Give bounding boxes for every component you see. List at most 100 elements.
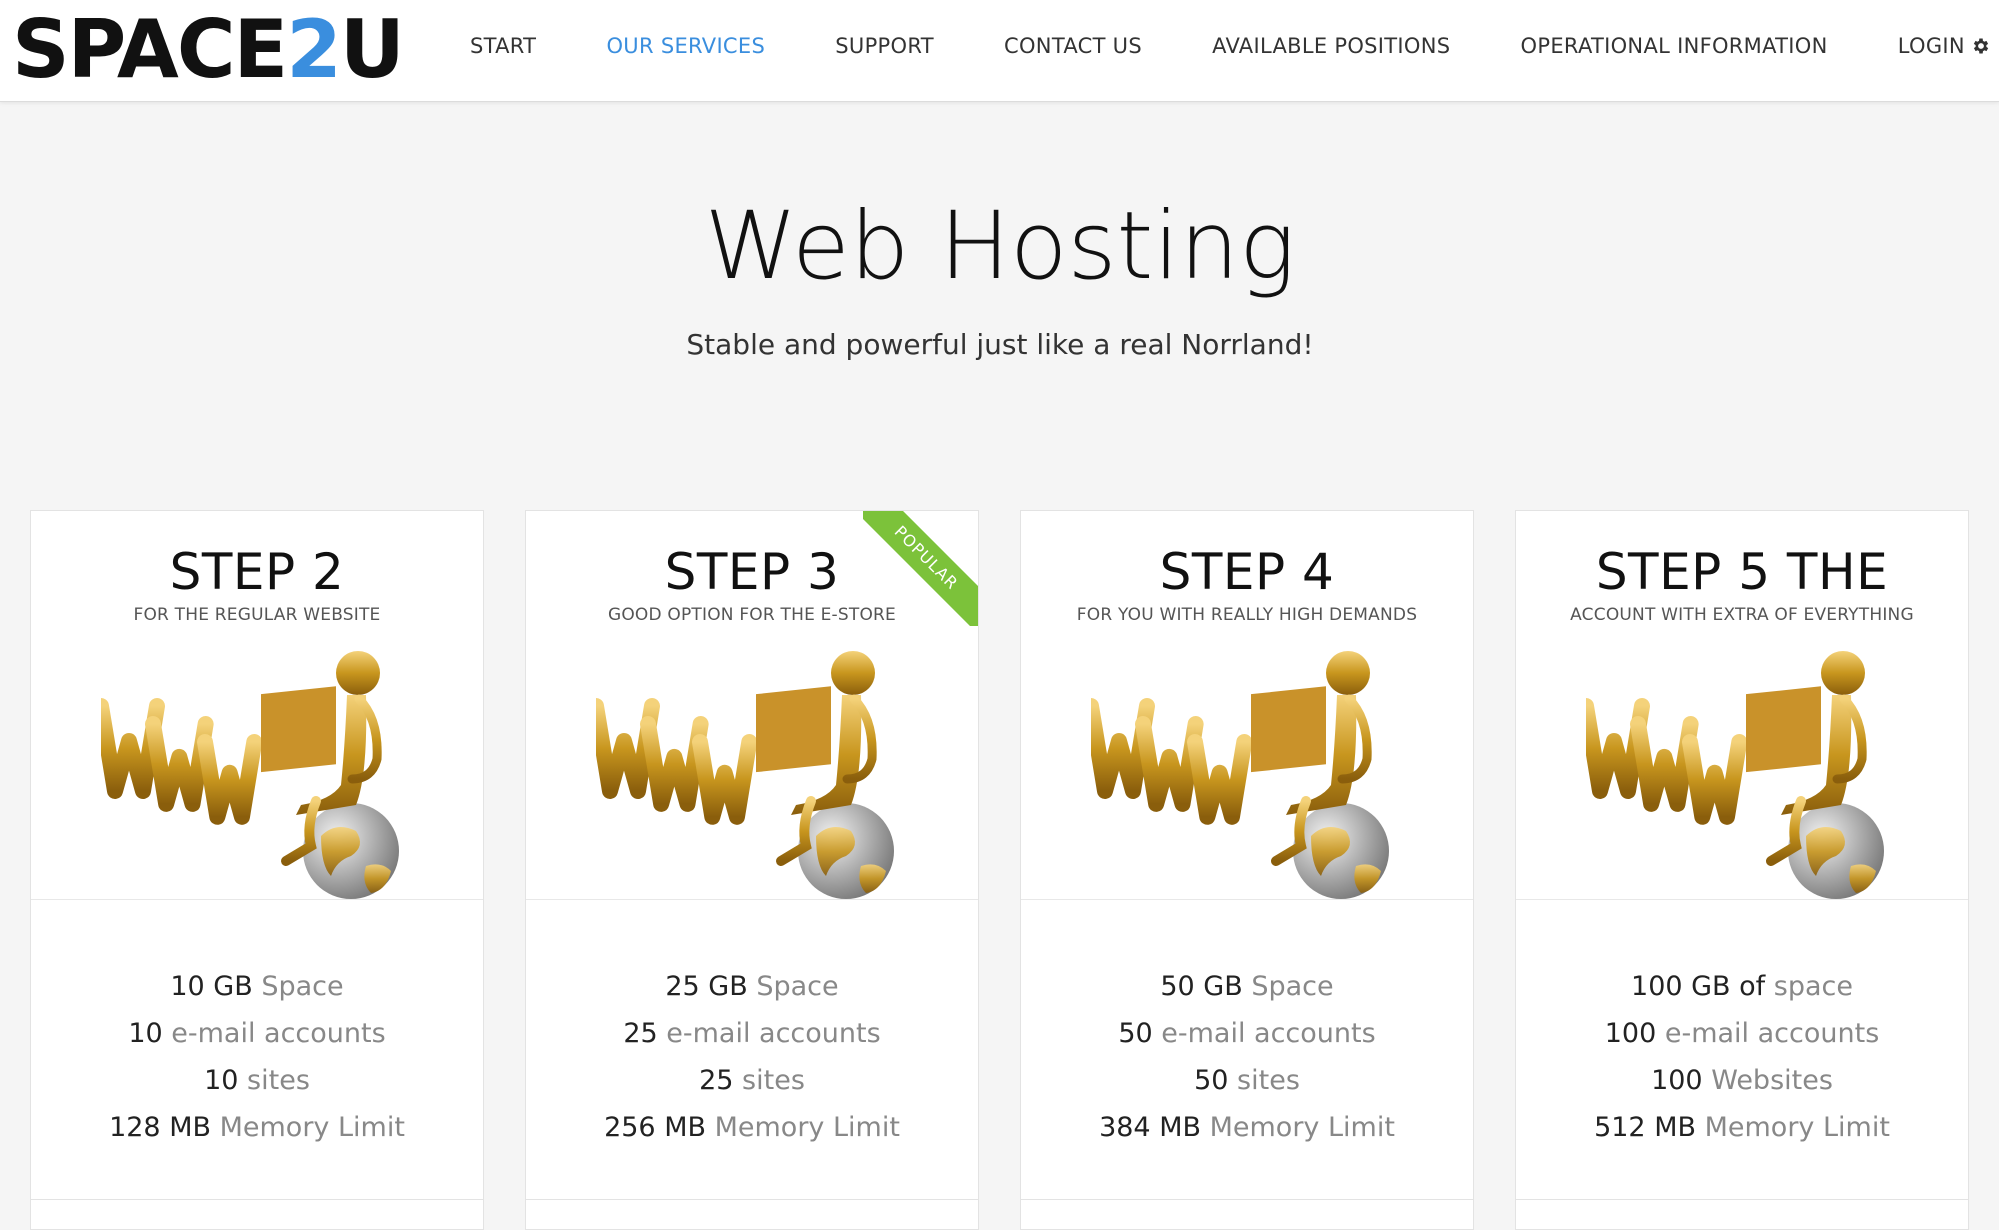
logo-text-2: 2 <box>286 3 342 96</box>
feature-value: 50 <box>1118 1018 1153 1049</box>
laptop-icon <box>1746 686 1821 773</box>
pricing-cards: STEP 2 FOR THE REGULAR WEBSITE 10 GB Spa… <box>30 510 1972 1230</box>
nav-label: AVAILABLE POSITIONS <box>1212 34 1451 58</box>
feature-memory: 512 MB Memory Limit <box>1516 1104 1968 1151</box>
nav-item-login[interactable]: LOGIN <box>1898 34 1991 58</box>
pricing-card-step-4[interactable]: STEP 4 FOR YOU WITH REALLY HIGH DEMANDS … <box>1020 510 1474 1230</box>
card-footer-divider <box>526 1199 978 1200</box>
feature-email: 100 e-mail accounts <box>1516 1010 1968 1057</box>
feature-value: 100 <box>1651 1065 1703 1096</box>
feature-email: 50 e-mail accounts <box>1021 1010 1473 1057</box>
www-letters <box>1091 698 1253 825</box>
plan-subtitle: GOOD OPTION FOR THE E-STORE <box>607 605 897 625</box>
gear-icon <box>1973 38 1989 54</box>
nav-label: SUPPORT <box>835 34 934 58</box>
figure-head <box>831 651 875 695</box>
page-subtitle: Stable and powerful just like a real Nor… <box>686 328 1314 361</box>
feature-value: 128 MB <box>109 1112 212 1143</box>
feature-value: 10 GB <box>170 971 253 1002</box>
logo-text-u: U <box>339 3 405 96</box>
card-footer-divider <box>1021 1199 1473 1200</box>
page-title: Web Hosting <box>0 192 1999 301</box>
nav-label: START <box>470 34 537 58</box>
nav-item-available-positions[interactable]: AVAILABLE POSITIONS <box>1212 34 1450 58</box>
feature-label: e-mail accounts <box>657 1018 881 1049</box>
main-nav: START OUR SERVICES SUPPORT CONTACT US AV… <box>470 0 1991 92</box>
www-letters <box>596 698 758 825</box>
feature-label: Memory Limit <box>1696 1112 1890 1143</box>
nav-item-support[interactable]: SUPPORT <box>835 34 934 58</box>
nav-item-contact-us[interactable]: CONTACT US <box>1004 34 1142 58</box>
feature-sites: 10 sites <box>31 1057 483 1104</box>
feature-memory: 384 MB Memory Limit <box>1021 1104 1473 1151</box>
space2u-logo[interactable]: SPACE 2 U <box>12 3 405 96</box>
card-footer-divider <box>1516 1199 1968 1200</box>
nav-item-operational-information[interactable]: OPERATIONAL INFORMATION <box>1521 34 1828 58</box>
nav-label: OPERATIONAL INFORMATION <box>1520 34 1828 58</box>
card-footer-divider <box>31 1199 483 1200</box>
feature-sites: 50 sites <box>1021 1057 1473 1104</box>
feature-label: Memory Limit <box>706 1112 900 1143</box>
laptop-icon <box>261 686 336 773</box>
nav-label: LOGIN <box>1897 34 1965 58</box>
top-navbar: SPACE 2 U START OUR SERVICES SUPPORT CONTA… <box>0 0 1999 102</box>
feature-label: e-mail accounts <box>1656 1018 1880 1049</box>
feature-memory: 128 MB Memory Limit <box>31 1104 483 1151</box>
plan-subtitle: FOR THE REGULAR WEBSITE <box>133 605 381 625</box>
plan-features: 25 GB Space 25 e-mail accounts 25 sites … <box>526 963 978 1151</box>
plan-title: STEP 5 THE <box>1595 543 1889 601</box>
plan-features: 100 GB of space 100 e-mail accounts 100 … <box>1516 963 1968 1151</box>
feature-space: 100 GB of space <box>1516 963 1968 1010</box>
feature-value: 100 GB of <box>1631 971 1766 1002</box>
figure-head <box>1326 651 1370 695</box>
www-globe-illustration <box>1586 651 1884 899</box>
nav-item-start[interactable]: START <box>470 34 536 58</box>
feature-label: Websites <box>1702 1065 1833 1096</box>
plan-subtitle: ACCOUNT WITH EXTRA OF EVERYTHING <box>1570 605 1914 625</box>
feature-label: e-mail accounts <box>1152 1018 1376 1049</box>
feature-label: e-mail accounts <box>162 1018 386 1049</box>
plan-subtitle: FOR YOU WITH REALLY HIGH DEMANDS <box>1076 605 1418 625</box>
card-divider <box>31 899 483 900</box>
feature-label: Space <box>747 971 839 1002</box>
feature-label: sites <box>238 1065 310 1096</box>
plan-features: 10 GB Space 10 e-mail accounts 10 sites … <box>31 963 483 1151</box>
figure-head <box>1821 651 1865 695</box>
plan-title: STEP 2 <box>169 543 345 601</box>
pricing-card-step-5[interactable]: STEP 5 THE ACCOUNT WITH EXTRA OF EVERYTH… <box>1515 510 1969 1230</box>
feature-label: Space <box>1242 971 1334 1002</box>
nav-label: OUR SERVICES <box>606 34 766 58</box>
feature-value: 10 <box>204 1065 239 1096</box>
pricing-card-step-3[interactable]: POPULAR STEP 3 GOOD OPTION FOR THE E-STO… <box>525 510 979 1230</box>
feature-label: Memory Limit <box>211 1112 405 1143</box>
feature-value: 512 MB <box>1594 1112 1697 1143</box>
page-title-text: Web Hosting <box>704 192 1296 301</box>
feature-value: 50 <box>1194 1065 1229 1096</box>
feature-value: 100 <box>1604 1018 1657 1049</box>
feature-label: Memory Limit <box>1201 1112 1395 1143</box>
feature-space: 25 GB Space <box>526 963 978 1010</box>
feature-value: 10 <box>128 1018 163 1049</box>
www-globe-illustration <box>1091 651 1389 899</box>
feature-value: 50 GB <box>1160 971 1243 1002</box>
feature-label: sites <box>733 1065 805 1096</box>
logo-text-space: SPACE <box>12 3 288 96</box>
card-divider <box>526 899 978 900</box>
feature-space: 50 GB Space <box>1021 963 1473 1010</box>
www-letters <box>1586 698 1748 825</box>
feature-value: 25 <box>699 1065 734 1096</box>
feature-value: 384 MB <box>1099 1112 1202 1143</box>
card-divider <box>1021 899 1473 900</box>
feature-sites: 25 sites <box>526 1057 978 1104</box>
feature-sites: 100 Websites <box>1516 1057 1968 1104</box>
nav-item-our-services[interactable]: OUR SERVICES <box>606 34 765 58</box>
feature-label: sites <box>1228 1065 1300 1096</box>
feature-space: 10 GB Space <box>31 963 483 1010</box>
feature-email: 10 e-mail accounts <box>31 1010 483 1057</box>
feature-value: 25 GB <box>665 971 748 1002</box>
laptop-icon <box>756 686 831 773</box>
plan-title: STEP 4 <box>1159 543 1335 601</box>
laptop-icon <box>1251 686 1326 773</box>
nav-label: CONTACT US <box>1004 34 1142 58</box>
pricing-card-step-2[interactable]: STEP 2 FOR THE REGULAR WEBSITE 10 GB Spa… <box>30 510 484 1230</box>
